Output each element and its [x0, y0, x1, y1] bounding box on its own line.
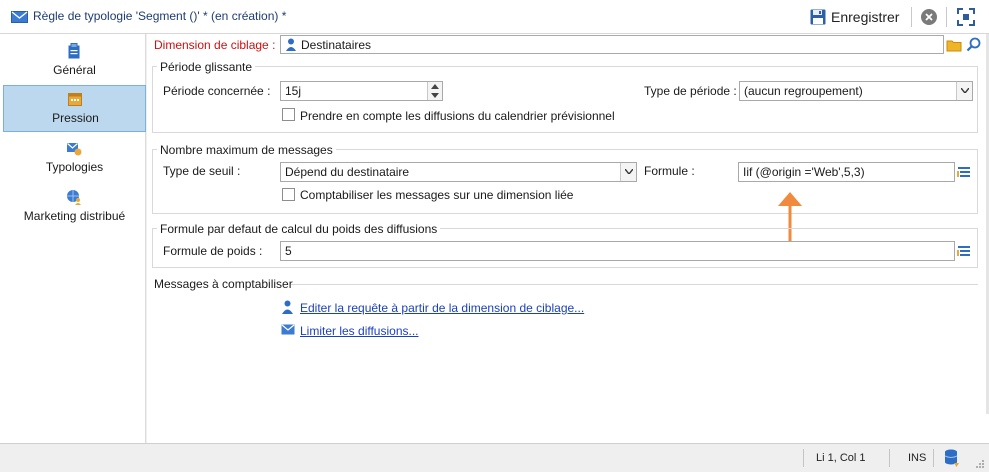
- status-bar: Li 1, Col 1 INS: [0, 443, 989, 472]
- sidebar: Général Pression Typologies Marketing di…: [0, 34, 146, 443]
- envelope-rule-icon: [11, 11, 28, 23]
- period-type-value: (aucun regroupement): [744, 84, 863, 98]
- max-messages-group-title: Nombre maximum de messages: [157, 143, 336, 157]
- formula-value: Iif (@origin ='Web',5,3): [743, 165, 865, 179]
- dropdown-arrow[interactable]: [956, 82, 972, 100]
- cursor-position: Li 1, Col 1: [816, 452, 866, 464]
- calendar-checkbox-label: Prendre en compte les diffusions du cale…: [300, 109, 615, 123]
- window-title: Règle de typologie 'Segment ()' * (en cr…: [33, 9, 287, 23]
- title-bar: Règle de typologie 'Segment ()' * (en cr…: [0, 0, 989, 34]
- typology-icon: [67, 143, 82, 156]
- messages-group-line: [291, 284, 978, 285]
- linked-dimension-checkbox[interactable]: [282, 188, 295, 201]
- chevron-down-icon: [625, 169, 633, 174]
- targeting-label: Dimension de ciblage :: [154, 38, 276, 52]
- resize-grip-icon[interactable]: [975, 459, 985, 469]
- targeting-value: Destinataires: [301, 38, 372, 52]
- status-separator: [889, 449, 890, 467]
- user-icon: [286, 38, 296, 51]
- targeting-dimension-field[interactable]: Destinataires: [280, 35, 944, 54]
- database-icon[interactable]: [944, 448, 960, 468]
- expression-editor-icon[interactable]: [956, 242, 974, 260]
- formula-label: Formule :: [644, 164, 695, 178]
- weight-formula-field[interactable]: 5: [280, 241, 955, 261]
- sidebar-item-label: Typologies: [45, 160, 104, 174]
- edit-query-link[interactable]: Editer la requête à partir de la dimensi…: [300, 301, 584, 315]
- threshold-select[interactable]: Dépend du destinataire: [280, 162, 637, 182]
- linked-dimension-checkbox-label: Comptabiliser les messages sur une dimen…: [300, 188, 574, 202]
- dropdown-arrow[interactable]: [620, 163, 636, 181]
- save-button[interactable]: Enregistrer: [810, 6, 899, 28]
- user-icon: [282, 300, 293, 314]
- clipboard-icon: [68, 43, 80, 59]
- weight-group-title: Formule par defaut de calcul du poids de…: [157, 222, 441, 236]
- calendar-icon: [68, 93, 82, 106]
- status-separator: [803, 449, 804, 467]
- status-separator: [933, 449, 934, 467]
- cancel-button[interactable]: [921, 9, 937, 25]
- globe-user-icon: [67, 190, 81, 205]
- period-label: Période concernée :: [163, 84, 271, 98]
- period-stepper[interactable]: 15j: [280, 81, 443, 101]
- expression-editor-icon[interactable]: [956, 163, 974, 181]
- chevron-up-icon[interactable]: [431, 84, 439, 89]
- calendar-checkbox[interactable]: [282, 108, 295, 121]
- fullscreen-icon[interactable]: [957, 8, 975, 26]
- period-type-select[interactable]: (aucun regroupement): [739, 81, 973, 101]
- chevron-down-icon: [961, 88, 969, 93]
- limit-deliveries-link[interactable]: Limiter les diffusions...: [300, 324, 419, 338]
- sidebar-item-label: Marketing distribué: [23, 209, 126, 223]
- period-value: 15j: [285, 84, 302, 98]
- search-icon[interactable]: [965, 36, 983, 54]
- messages-group-title: Messages à comptabiliser: [154, 277, 293, 291]
- period-type-label: Type de période :: [644, 84, 737, 98]
- stepper-buttons[interactable]: [427, 82, 442, 100]
- sidebar-item-label: Général: [53, 63, 96, 77]
- threshold-label: Type de seuil :: [163, 164, 241, 178]
- formula-field[interactable]: Iif (@origin ='Web',5,3): [738, 162, 955, 182]
- floppy-disk-icon: [810, 9, 826, 25]
- period-group-title: Période glissante: [157, 60, 256, 74]
- weight-label: Formule de poids :: [163, 244, 263, 258]
- save-button-label: Enregistrer: [831, 9, 900, 25]
- main-panel: Dimension de ciblage : Destinataires Pér…: [147, 34, 989, 443]
- sidebar-item-pression[interactable]: Pression: [3, 85, 146, 132]
- sidebar-item-general[interactable]: Général: [3, 38, 146, 85]
- folder-icon[interactable]: [945, 36, 963, 54]
- sidebar-item-typologies[interactable]: Typologies: [3, 135, 146, 182]
- insert-mode: INS: [908, 452, 927, 464]
- envelope-icon: [281, 324, 295, 335]
- sidebar-item-marketing-distribue[interactable]: Marketing distribué: [3, 184, 146, 231]
- sidebar-item-label: Pression: [52, 111, 99, 125]
- weight-value: 5: [285, 244, 292, 258]
- toolbar-separator: [946, 7, 947, 27]
- toolbar-separator: [911, 7, 912, 27]
- close-circle-icon: [925, 13, 933, 21]
- chevron-down-icon[interactable]: [431, 93, 439, 98]
- threshold-value: Dépend du destinataire: [285, 165, 410, 179]
